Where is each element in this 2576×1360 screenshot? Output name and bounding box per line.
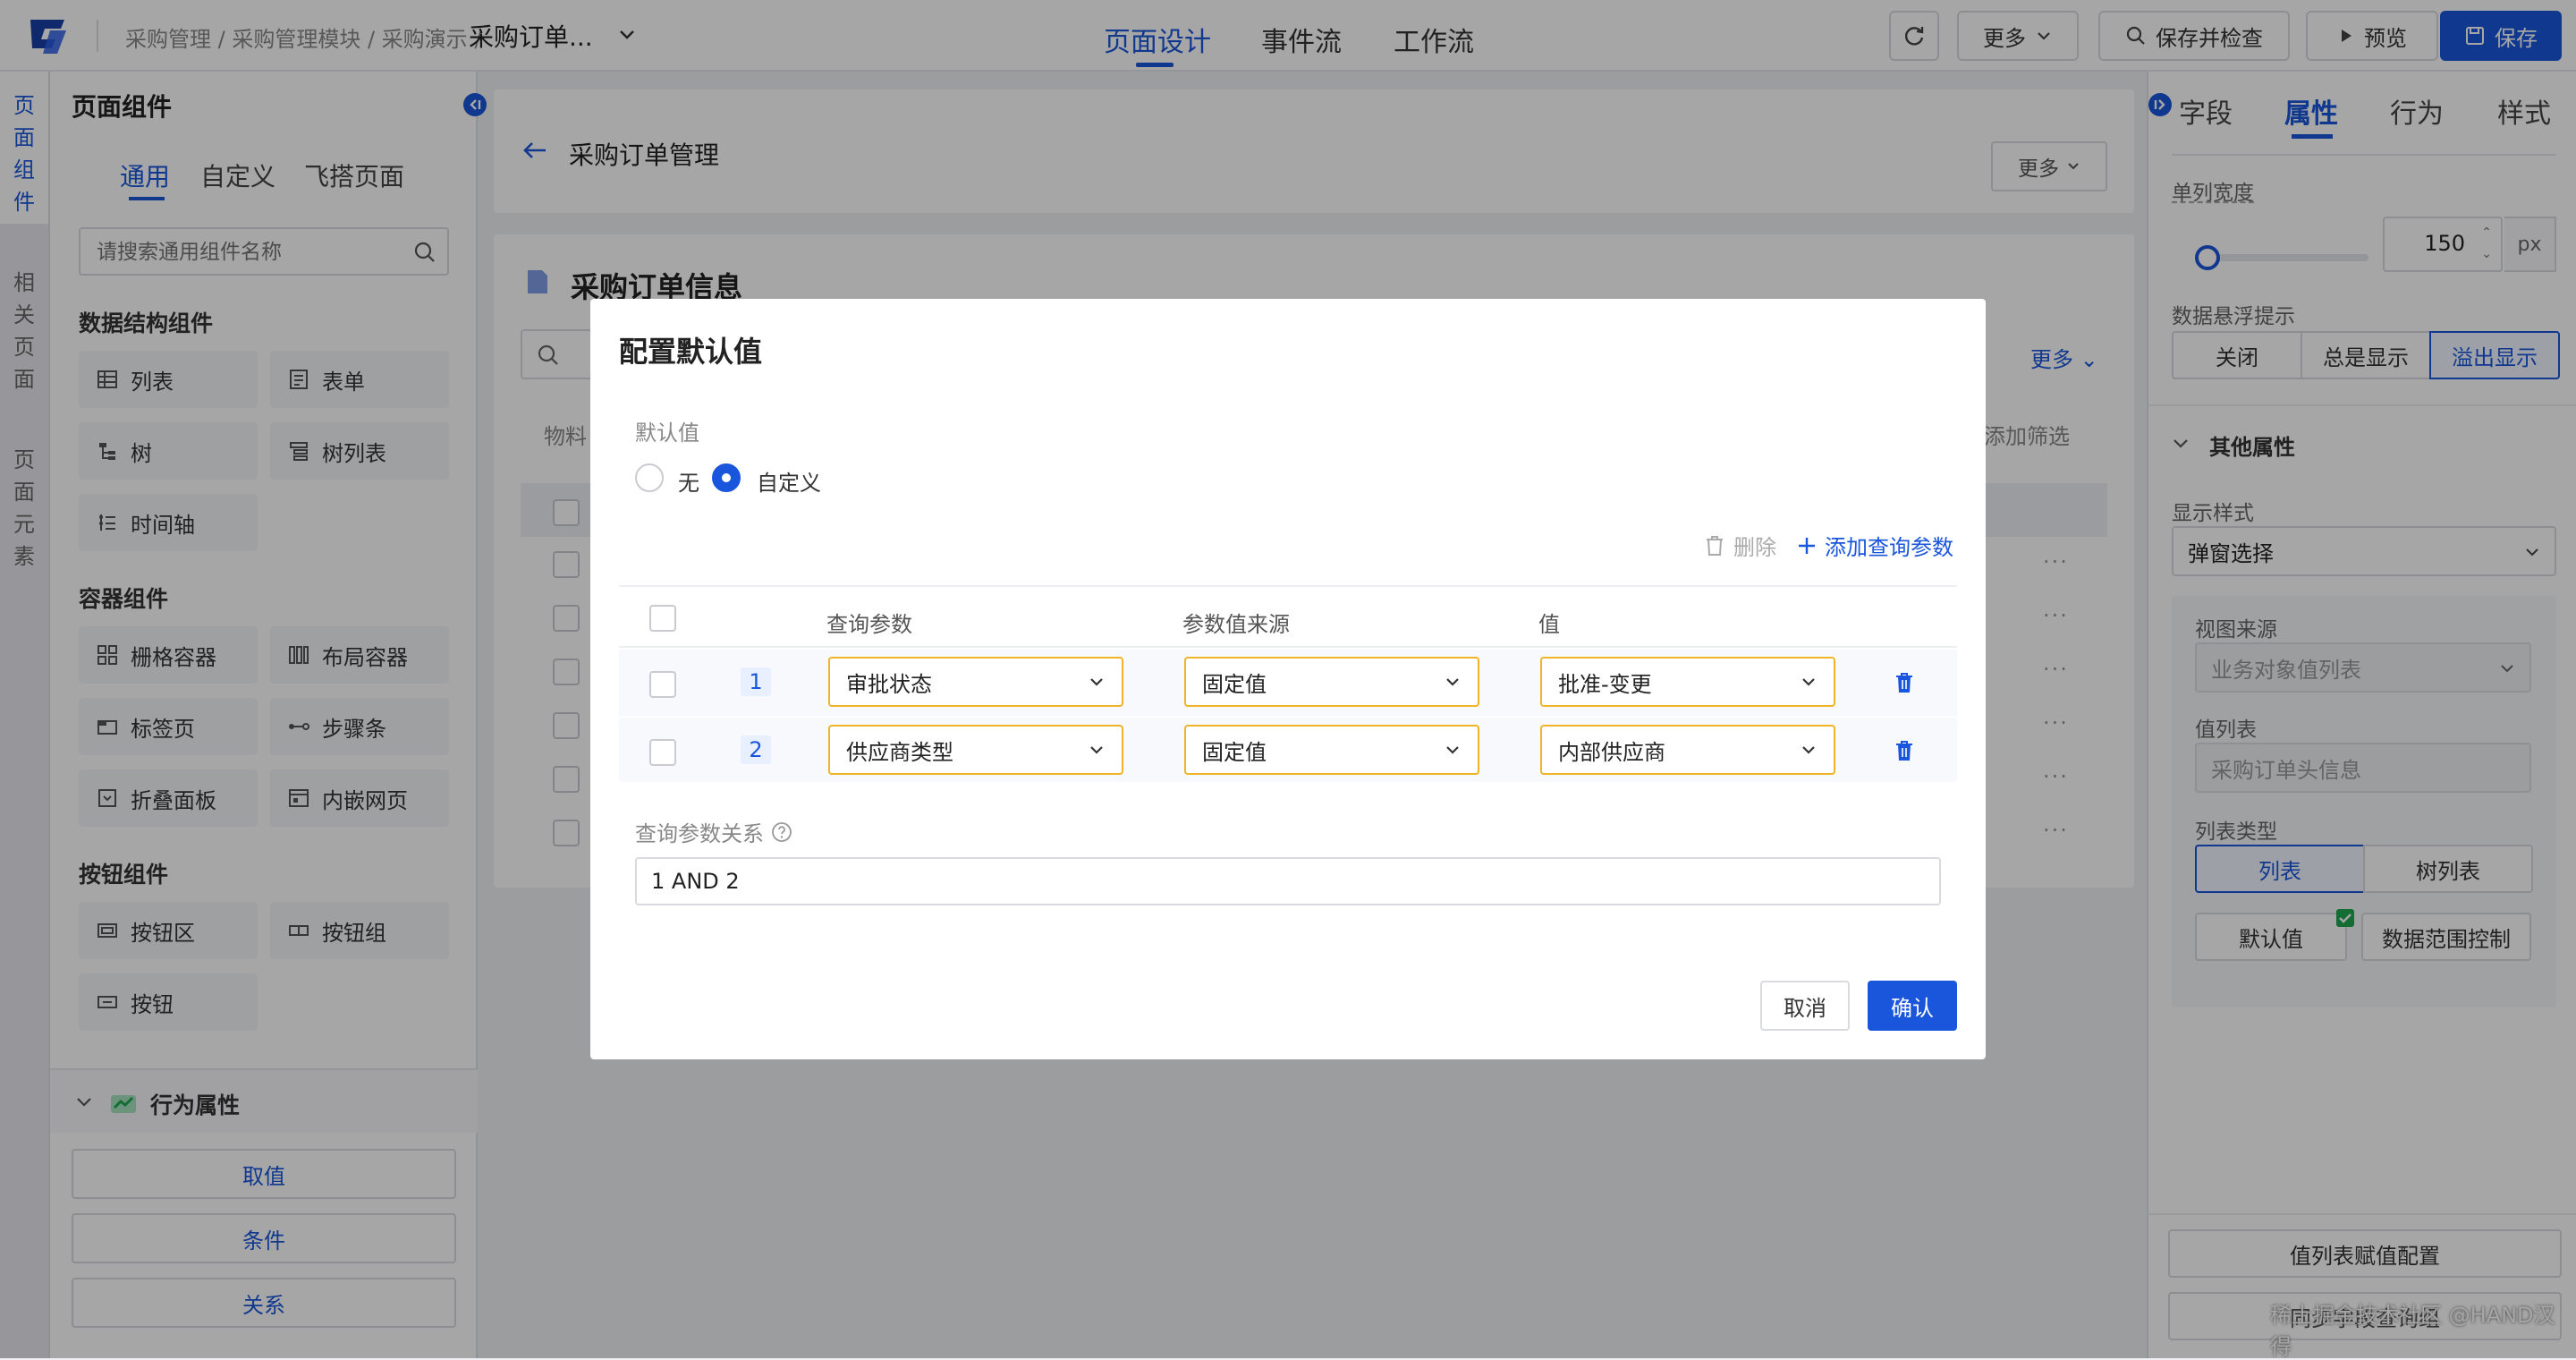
relation-label-wrap: 查询参数关系 <box>635 816 792 847</box>
param-select[interactable]: 供应商类型 <box>828 725 1123 775</box>
help-icon[interactable] <box>771 821 792 843</box>
trash-icon <box>1707 535 1723 556</box>
cancel-button[interactable]: 取消 <box>1760 981 1850 1031</box>
delete-label: 删除 <box>1733 535 1776 560</box>
header-divider <box>619 646 1957 648</box>
radio-none[interactable] <box>635 463 664 492</box>
value-select[interactable]: 批准-变更 <box>1540 657 1835 707</box>
source-select[interactable]: 固定值 <box>1184 657 1479 707</box>
trash-icon[interactable] <box>1894 671 1914 694</box>
value-text: 批准-变更 <box>1558 671 1652 697</box>
param-select[interactable]: 审批状态 <box>828 657 1123 707</box>
dialog-title: 配置默认值 <box>619 335 763 369</box>
value-text: 内部供应商 <box>1558 739 1665 765</box>
configure-default-value-dialog: 配置默认值 默认值 无 自定义 删除 添加查询参数 查询参数 参数值来源 值 1… <box>590 299 1986 1059</box>
param-value: 审批状态 <box>846 671 932 697</box>
radio-dot <box>722 473 731 482</box>
chevron-down-icon <box>1090 746 1103 754</box>
select-all-params-checkbox[interactable] <box>649 605 676 632</box>
param-value: 供应商类型 <box>846 739 953 765</box>
add-query-param-button[interactable]: 添加查询参数 <box>1796 530 1953 561</box>
relation-input[interactable]: 1 AND 2 <box>635 857 1941 905</box>
col-header-value: 值 <box>1538 612 1560 637</box>
param-row-checkbox[interactable] <box>649 739 676 766</box>
chevron-down-icon <box>1446 678 1459 686</box>
source-value: 固定值 <box>1202 671 1267 697</box>
param-row: 2 供应商类型 固定值 内部供应商 <box>619 716 1957 782</box>
radio-custom[interactable] <box>712 463 741 492</box>
chevron-down-icon <box>1802 746 1815 754</box>
col-header-source: 参数值来源 <box>1182 612 1290 637</box>
col-header-param: 查询参数 <box>826 612 912 637</box>
chevron-down-icon <box>1802 678 1815 686</box>
row-index: 1 <box>741 667 771 696</box>
add-param-label: 添加查询参数 <box>1825 535 1953 560</box>
param-row: 1 审批状态 固定值 批准-变更 <box>619 650 1957 716</box>
source-select[interactable]: 固定值 <box>1184 725 1479 775</box>
source-value: 固定值 <box>1202 739 1267 765</box>
chevron-down-icon <box>1446 746 1459 754</box>
plus-icon <box>1799 537 1815 554</box>
table-top-border <box>619 585 1957 587</box>
confirm-button[interactable]: 确认 <box>1868 981 1957 1031</box>
row-index: 2 <box>741 735 771 764</box>
trash-icon[interactable] <box>1894 739 1914 762</box>
relation-label: 查询参数关系 <box>635 821 764 846</box>
param-row-checkbox[interactable] <box>649 671 676 698</box>
radio-custom-label: 自定义 <box>757 471 821 496</box>
delete-button[interactable]: 删除 <box>1705 530 1776 561</box>
radio-none-label: 无 <box>678 471 699 496</box>
chevron-down-icon <box>1090 678 1103 686</box>
default-value-label: 默认值 <box>635 421 699 446</box>
value-select[interactable]: 内部供应商 <box>1540 725 1835 775</box>
